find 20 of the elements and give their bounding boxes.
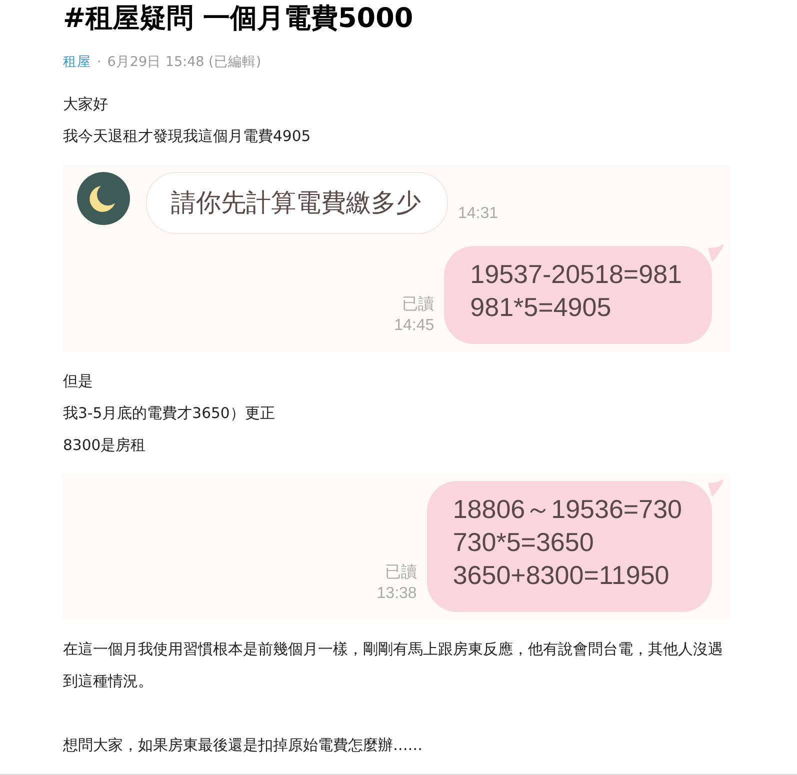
post-date: 6月29日 15:48 (已編輯) bbox=[107, 53, 262, 72]
paragraph: 想問大家，如果房東最後還是扣掉原始電費怎麼辦…… bbox=[63, 736, 424, 756]
paragraph: 我今天退租才發現我這個月電費4905 bbox=[63, 127, 312, 147]
paragraph: 在這一個月我使用習慣根本是前幾個月一樣，剛剛有馬上跟房東反應，他有說會問台電，其他人沒遇到這種情況。 bbox=[63, 640, 723, 692]
paragraph: 8300是房租 bbox=[63, 436, 147, 456]
bubble-tail-icon bbox=[708, 479, 724, 497]
meta-separator: · bbox=[97, 53, 102, 72]
bubble-tail-icon bbox=[708, 244, 724, 262]
paragraph: 但是 bbox=[63, 372, 94, 392]
message-time: 14:45 bbox=[394, 316, 434, 336]
board-link[interactable]: 租屋 bbox=[63, 52, 91, 72]
message-time: 13:38 bbox=[376, 584, 417, 604]
chat-bubble: 請你先計算電費繳多少 bbox=[146, 172, 448, 234]
read-receipt: 已讀 bbox=[384, 562, 417, 583]
message-time: 14:31 bbox=[458, 204, 498, 224]
post-title: #租屋疑問 一個月電費5000 bbox=[63, 2, 414, 36]
paragraph: 我3-5月底的電費才3650）更正 bbox=[63, 404, 276, 424]
read-receipt: 已讀 bbox=[402, 294, 434, 315]
moon-avatar-icon bbox=[77, 172, 130, 225]
paragraph: 大家好 bbox=[63, 95, 109, 115]
